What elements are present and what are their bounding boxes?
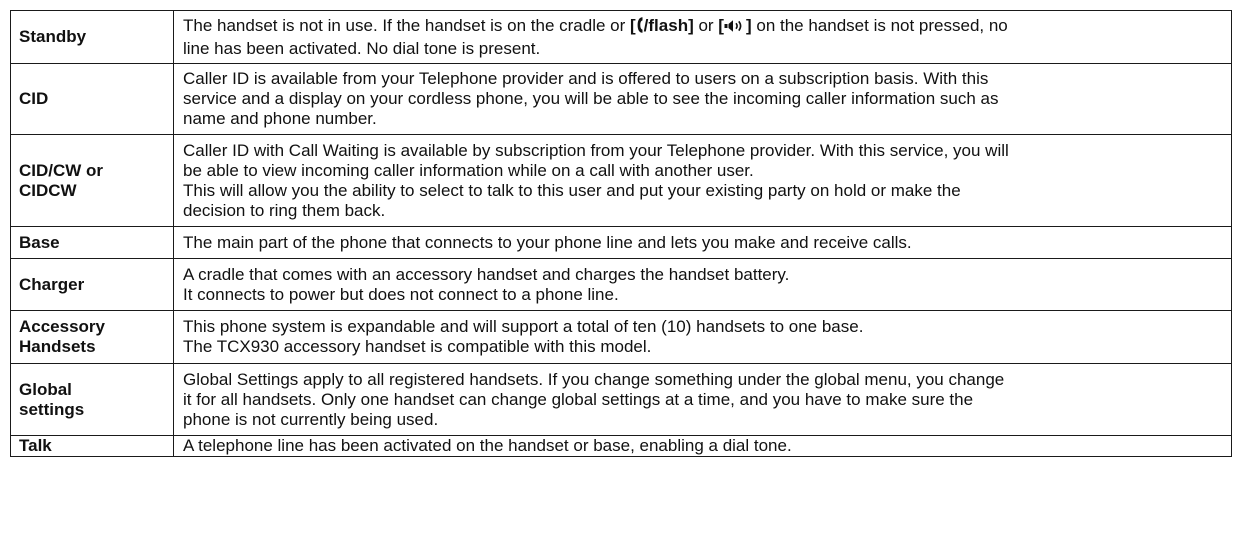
glossary-row-talk: Talk A telephone line has been activated… — [10, 435, 1232, 457]
description-line: The handset is not in use. If the handse… — [183, 16, 1221, 39]
term-label: Standby — [19, 27, 87, 46]
key-label: /flash] — [643, 15, 694, 35]
glossary-row-cid: CID Caller ID is available from your Tel… — [10, 63, 1232, 135]
description-cell: Global Settings apply to all registered … — [173, 363, 1232, 436]
description-cell: A telephone line has been activated on t… — [173, 435, 1232, 457]
term-cell: Base — [10, 226, 174, 259]
description-line: It connects to power but does not connec… — [183, 284, 619, 304]
description-line: Caller ID is available from your Telepho… — [183, 69, 989, 88]
glossary-row-cidcw: CID/CW or CIDCW Caller ID with Call Wait… — [10, 134, 1232, 227]
description-line: line has been activated. No dial tone is… — [183, 38, 541, 58]
term-label: Charger — [19, 274, 85, 294]
description-text: The handset is not in use. If the handse… — [183, 15, 630, 35]
term-label: CIDCW — [19, 180, 77, 200]
description-line: A telephone line has been activated on t… — [183, 436, 792, 455]
talk-handset-icon — [636, 16, 644, 39]
term-cell: Charger — [10, 258, 174, 311]
glossary-row-global-settings: Global settings Global Settings apply to… — [10, 363, 1232, 436]
description-cell: The main part of the phone that connects… — [173, 226, 1232, 259]
term-cell: Accessory Handsets — [10, 310, 174, 364]
talk-flash-key: [/flash] — [630, 16, 694, 35]
glossary-table: Standby The handset is not in use. If th… — [10, 10, 1232, 457]
description-line: it for all handsets. Only one handset ca… — [183, 389, 974, 409]
term-label: Global — [19, 379, 72, 399]
speaker-key: [] — [718, 16, 751, 35]
glossary-row-accessory-handsets: Accessory Handsets This phone system is … — [10, 310, 1232, 364]
description-line: Global Settings apply to all registered … — [183, 369, 1005, 389]
term-label: Handsets — [19, 337, 96, 356]
term-label: CID — [19, 89, 49, 108]
description-line: This will allow you the ability to selec… — [183, 180, 961, 200]
description-text: on the handset is not pressed, no — [751, 15, 1008, 35]
description-line: decision to ring them back. — [183, 200, 386, 220]
speaker-icon — [724, 18, 746, 39]
description-cell: A cradle that comes with an accessory ha… — [173, 258, 1232, 311]
description-cell: Caller ID with Call Waiting is available… — [173, 134, 1232, 227]
description-line: service and a display on your cordless p… — [183, 89, 999, 108]
description-line: phone is not currently being used. — [183, 409, 439, 429]
description-line: The TCX930 accessory handset is compatib… — [183, 337, 652, 356]
glossary-row-base: Base The main part of the phone that con… — [10, 226, 1232, 259]
glossary-row-standby: Standby The handset is not in use. If th… — [10, 10, 1232, 64]
description-cell: Caller ID is available from your Telepho… — [173, 63, 1232, 135]
term-cell: CID — [10, 63, 174, 135]
description-cell: This phone system is expandable and will… — [173, 310, 1232, 364]
description-line: be able to view incoming caller informat… — [183, 160, 754, 180]
term-label: CID/CW or — [19, 160, 104, 180]
term-cell: Talk — [10, 435, 174, 457]
glossary-row-charger: Charger A cradle that comes with an acce… — [10, 258, 1232, 311]
term-cell: Standby — [10, 10, 174, 64]
term-label: Base — [19, 232, 60, 252]
term-label: settings — [19, 399, 85, 419]
description-line: Caller ID with Call Waiting is available… — [183, 140, 1009, 160]
term-cell: CID/CW or CIDCW — [10, 134, 174, 227]
description-line: This phone system is expandable and will… — [183, 317, 864, 336]
description-line: name and phone number. — [183, 109, 377, 128]
term-label: Talk — [19, 436, 52, 455]
description-line: The main part of the phone that connects… — [183, 232, 912, 252]
description-cell: The handset is not in use. If the handse… — [173, 10, 1232, 64]
term-label: Accessory — [19, 317, 106, 336]
description-line: A cradle that comes with an accessory ha… — [183, 264, 790, 284]
term-cell: Global settings — [10, 363, 174, 436]
description-text: or — [693, 15, 719, 35]
